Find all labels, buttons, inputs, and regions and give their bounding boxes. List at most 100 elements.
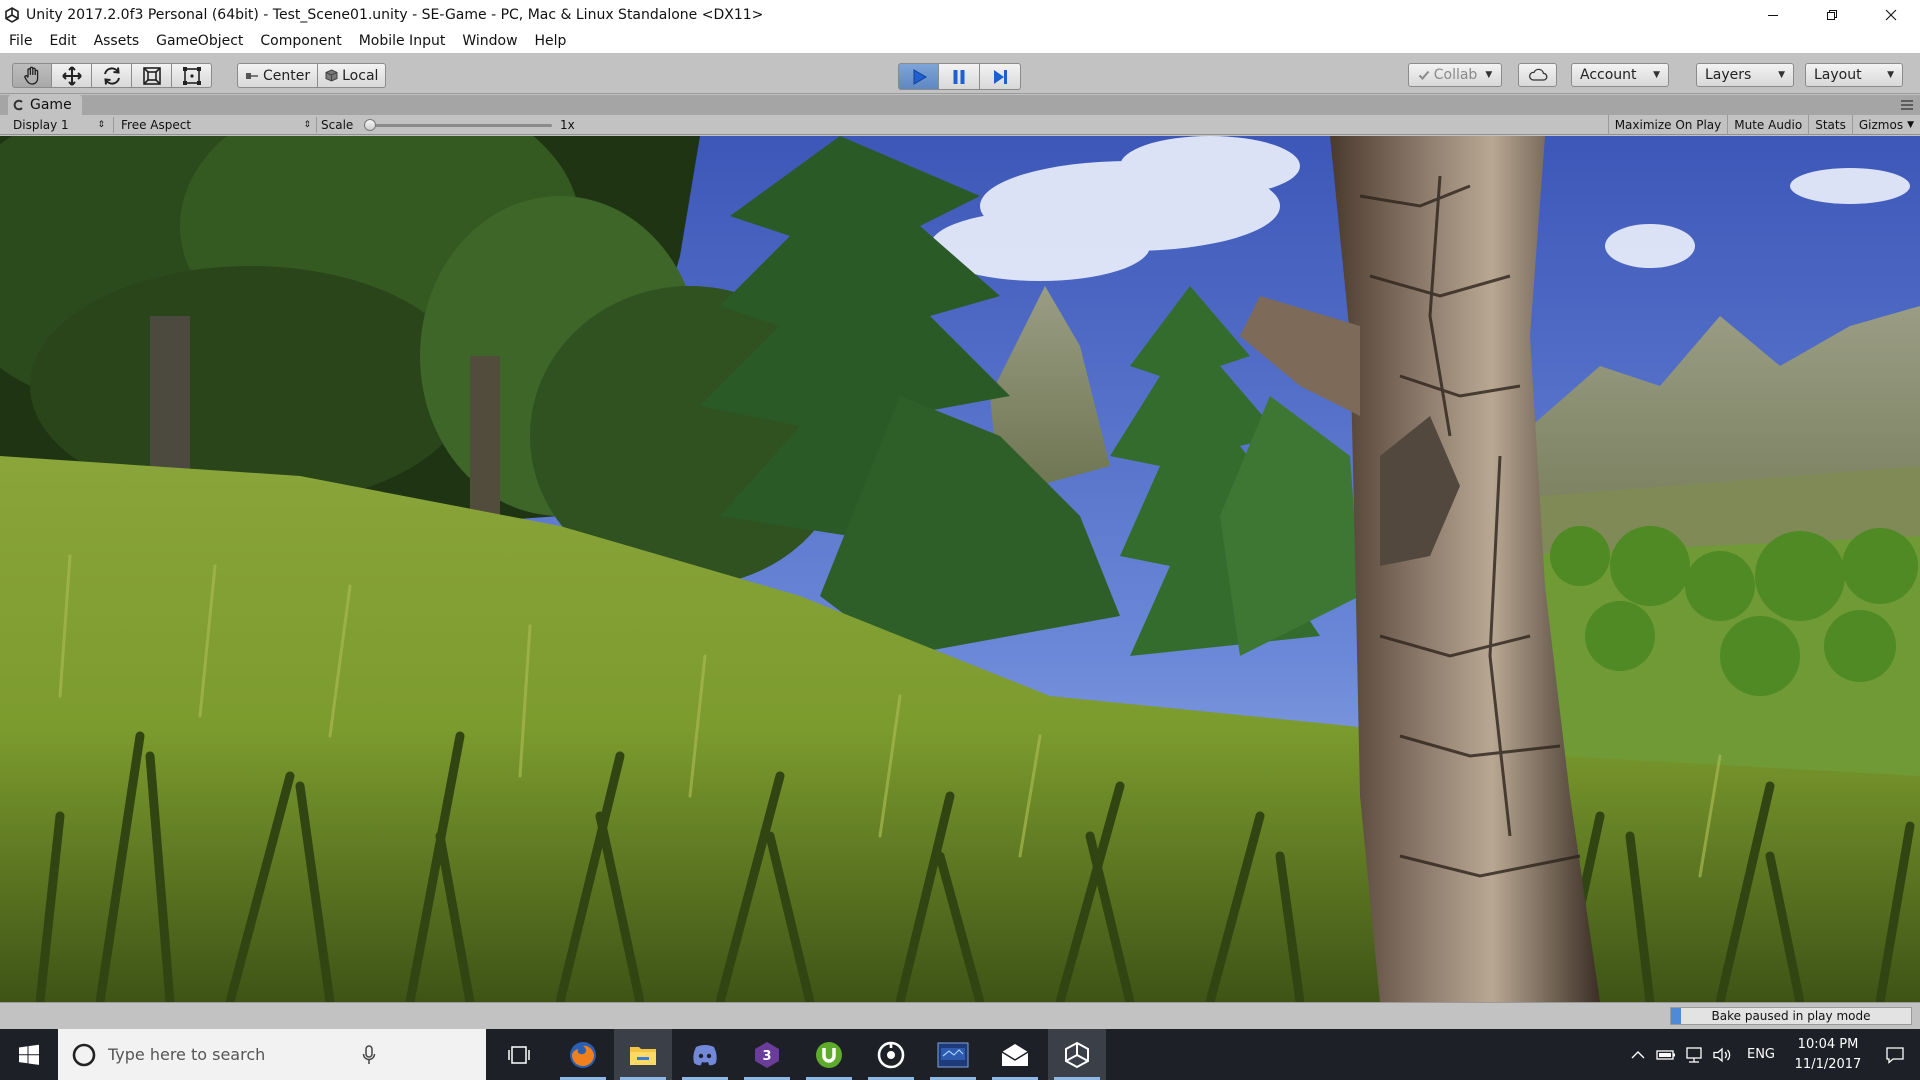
cloud-icon [1528,68,1547,81]
game-tab[interactable]: Game [8,95,82,115]
start-button[interactable] [0,1029,58,1080]
pivot-local-label: Local [342,67,379,84]
taskbar-visual-studio[interactable]: 3 [738,1029,796,1080]
tab-menu-icon[interactable] [1900,99,1914,111]
menu-mobile-input[interactable]: Mobile Input [359,33,446,49]
menu-file[interactable]: File [9,33,32,49]
close-icon [1885,9,1896,20]
move-icon [61,65,82,86]
updown-arrow-icon: ⇕ [303,120,311,130]
gizmos-dropdown[interactable]: Gizmos ▼ [1851,115,1920,135]
account-dropdown[interactable]: Account ▼ [1571,63,1669,87]
menu-help[interactable]: Help [535,33,567,49]
restore-button[interactable] [1802,0,1861,29]
taskbar-media-player[interactable] [862,1029,920,1080]
game-view-controls: Display 1 ⇕ Free Aspect ⇕ Scale 1x Maxim… [0,115,1920,135]
scale-label: Scale [321,118,354,132]
network-icon [1686,1046,1702,1063]
game-scene [0,136,1920,1002]
aspect-dropdown[interactable]: Free Aspect ⇕ [121,115,311,135]
scale-icon [142,66,161,85]
hand-tool-button[interactable] [12,63,52,88]
folder-icon [630,1046,656,1065]
transform-tools [12,63,212,88]
tray-overflow-button[interactable] [1624,1029,1652,1080]
game-viewport[interactable] [0,136,1920,1002]
taskbar-unity[interactable] [1048,1029,1106,1080]
rect-tool-icon [182,66,201,85]
scale-tool-button[interactable] [132,63,172,88]
pause-icon [953,69,965,84]
cloud-button[interactable] [1518,63,1557,87]
tray-network[interactable] [1680,1029,1708,1080]
menu-component[interactable]: Component [260,33,341,49]
firefox-icon [570,1041,596,1068]
display-label: Display 1 [13,118,69,132]
pivot-controls: Center Local [237,63,387,88]
unity-icon [1065,1041,1089,1068]
menu-assets[interactable]: Assets [94,33,140,49]
layout-dropdown[interactable]: Layout ▼ [1805,63,1903,87]
game-controller-icon [13,99,23,111]
microphone-icon [362,1044,376,1064]
windows-logo-icon [19,1044,39,1065]
system-tray: ENG 10:04 PM 11/1/2017 [1624,1029,1920,1080]
play-controls [898,63,1021,90]
search-placeholder: Type here to search [108,1045,266,1064]
taskbar-monitor-app[interactable] [924,1029,982,1080]
chevron-down-icon: ▼ [1887,70,1894,80]
game-tab-bar: Game [0,95,1920,115]
pivot-icon [246,72,258,79]
close-button[interactable] [1861,0,1920,29]
move-tool-button[interactable] [52,63,92,88]
menu-window[interactable]: Window [462,33,517,49]
play-button[interactable] [898,63,939,90]
scale-slider[interactable] [364,124,552,127]
chevron-down-icon: ▼ [1653,70,1660,80]
maximize-on-play-toggle[interactable]: Maximize On Play [1607,115,1728,135]
taskbar-firefox[interactable] [554,1029,612,1080]
taskbar-file-explorer[interactable] [614,1029,672,1080]
chevron-down-icon: ▼ [1485,70,1493,80]
rotate-tool-button[interactable] [92,63,132,88]
step-icon [994,69,1007,84]
rotate-icon [103,66,120,85]
taskbar-discord[interactable] [676,1029,734,1080]
chevron-down-icon: ▼ [1778,70,1785,80]
bake-progress-fill [1671,1008,1681,1024]
action-center-button[interactable] [1870,1029,1920,1080]
menu-bar: File Edit Assets GameObject Component Mo… [0,29,1920,53]
scale-slider-thumb[interactable] [364,119,376,131]
pivot-center-button[interactable]: Center [237,63,319,88]
task-view-icon [508,1045,530,1064]
taskbar-search[interactable]: Type here to search [58,1029,486,1080]
menu-gameobject[interactable]: GameObject [156,33,243,49]
stats-toggle[interactable]: Stats [1808,115,1852,135]
input-language[interactable]: ENG [1736,1029,1786,1080]
tray-volume[interactable] [1708,1029,1736,1080]
pause-button[interactable] [939,63,980,90]
taskbar-mail[interactable] [986,1029,1044,1080]
minimize-button[interactable] [1743,0,1802,29]
task-view-button[interactable] [490,1029,548,1080]
taskbar-clock[interactable]: 10:04 PM 11/1/2017 [1786,1035,1870,1075]
menu-edit[interactable]: Edit [49,33,76,49]
step-button[interactable] [980,63,1021,90]
svg-text:3: 3 [762,1049,771,1064]
pivot-local-button[interactable]: Local [318,63,387,88]
gizmos-label: Gizmos [1858,118,1904,132]
taskbar-utorrent[interactable] [800,1029,858,1080]
windows-taskbar: Type here to search 3 ENG 10:04 PM 11/1/… [0,1029,1920,1080]
layers-dropdown[interactable]: Layers ▼ [1696,63,1794,87]
chevron-up-icon [1631,1050,1645,1058]
aspect-label: Free Aspect [121,118,192,132]
clock-date: 11/1/2017 [1794,1056,1862,1072]
rect-tool-button[interactable] [172,63,212,88]
display-dropdown[interactable]: Display 1 ⇕ [13,115,105,135]
tray-battery[interactable] [1652,1029,1680,1080]
notification-icon [1886,1046,1904,1064]
mute-audio-toggle[interactable]: Mute Audio [1727,115,1808,135]
collab-dropdown[interactable]: Collab ▼ [1408,63,1502,87]
cube-icon [325,69,338,82]
volume-icon [1713,1047,1731,1062]
